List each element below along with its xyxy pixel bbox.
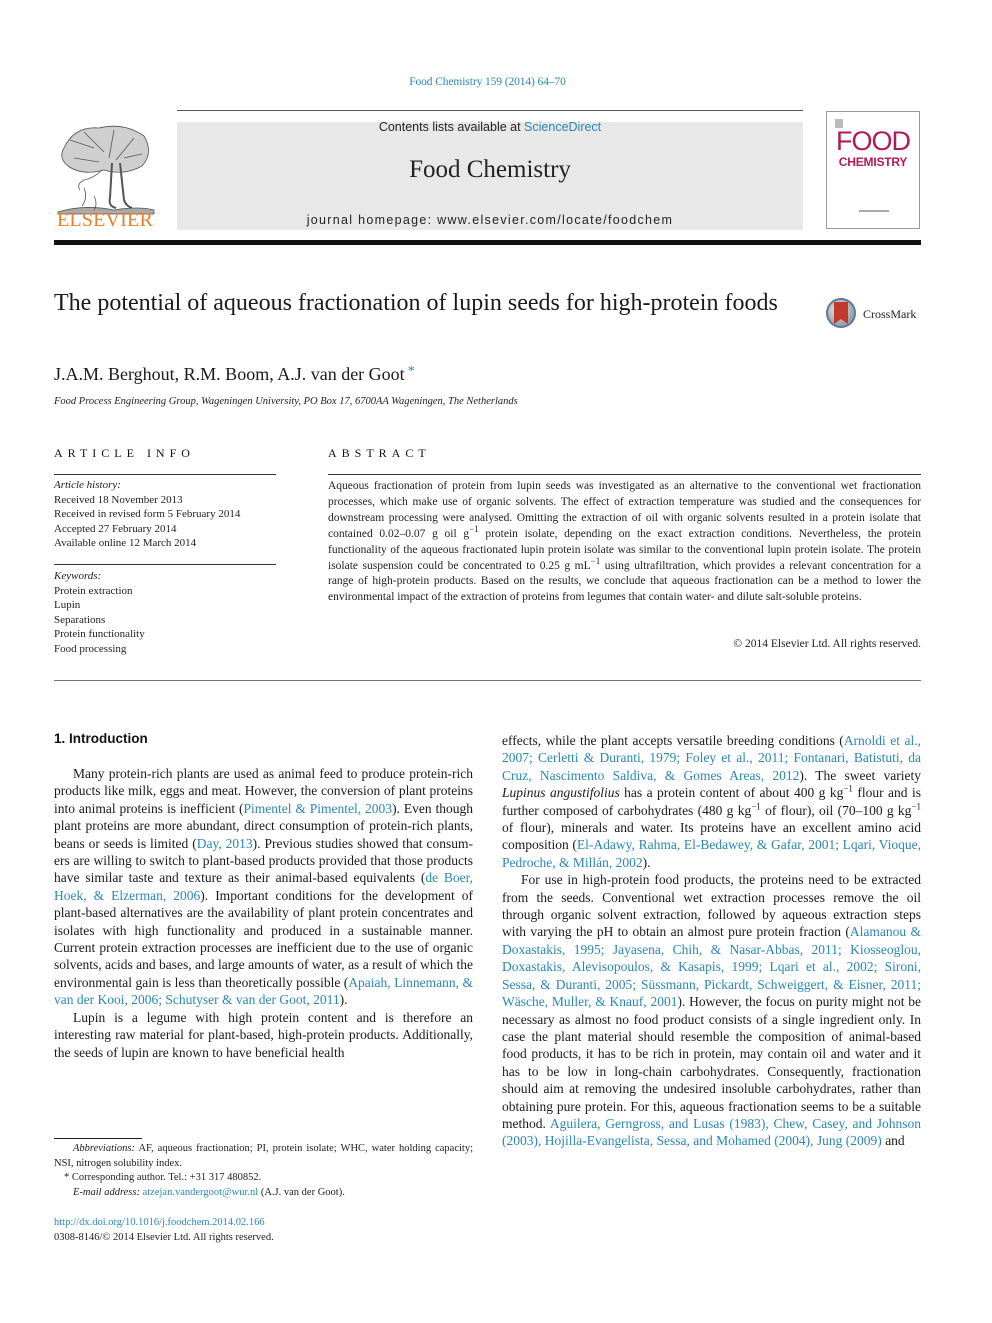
- article-history-label: Article history:: [54, 479, 121, 491]
- issn-copyright: 0308-8146/© 2014 Elsevier Ltd. All right…: [54, 1231, 274, 1243]
- footnote-corresponding: * Corresponding author. Tel.: +31 317 48…: [64, 1172, 262, 1183]
- email-suffix: (A.J. van der Goot).: [258, 1186, 345, 1198]
- text-run: has a protein content of about 400 g kg: [619, 785, 844, 801]
- article-title: The potential of aqueous fractionation o…: [54, 290, 778, 316]
- abstract-superscript: −1: [590, 555, 601, 566]
- keyword-item: Lupin: [54, 599, 81, 611]
- email-link[interactable]: atzejan.vandergoot@wur.nl: [143, 1187, 259, 1198]
- footnote-abbreviations: Abbreviations: AF, aqueous fractionation…: [54, 1142, 473, 1171]
- body-column-left: Many protein-rich plants are used as ani…: [54, 765, 473, 1061]
- keywords-rule: [54, 564, 276, 565]
- author-list: J.A.M. Berghout, R.M. Boom, A.J. van der…: [54, 364, 415, 385]
- superscript: −1: [843, 783, 853, 794]
- crossmark-label: CrossMark: [863, 307, 917, 321]
- article-info-heading: ARTICLE INFO: [54, 446, 195, 460]
- journal-cover-thumbnail[interactable]: FOOD CHEMISTRY: [826, 111, 920, 229]
- contents-availability-line: Contents lists available at ScienceDirec…: [177, 120, 803, 134]
- footnote-email: E-mail address: atzejan.vandergoot@wur.n…: [54, 1186, 473, 1201]
- journal-citation[interactable]: Food Chemistry 159 (2014) 64–70: [0, 76, 975, 88]
- journal-name: Food Chemistry: [409, 156, 571, 183]
- history-item: Accepted 27 February 2014: [54, 522, 177, 535]
- history-item: Received 18 November 2013: [54, 493, 183, 506]
- citation-link[interactable]: Pimentel & Pimentel, 2003: [243, 801, 392, 816]
- text-run: ). The sweet variety: [799, 767, 922, 783]
- doi-link[interactable]: http://dx.doi.org/10.1016/j.foodchem.201…: [54, 1216, 274, 1231]
- paragraph: Many protein-rich plants are used as ani…: [54, 765, 473, 1009]
- footnote-rule: [54, 1138, 142, 1139]
- text-run: ).: [642, 854, 651, 870]
- text-run: of flour), oil (70–100 g kg: [760, 802, 912, 818]
- keyword-item: Food processing: [54, 642, 127, 655]
- header-thick-rule: [54, 240, 921, 245]
- abstract-superscript: −1: [469, 523, 479, 534]
- doi-block: http://dx.doi.org/10.1016/j.foodchem.201…: [54, 1216, 274, 1245]
- abstract-copyright: © 2014 Elsevier Ltd. All rights reserved…: [733, 638, 921, 650]
- email-label: E-mail address:: [73, 1186, 140, 1198]
- cover-fine-print: [859, 210, 889, 212]
- header-top-rule: [177, 110, 803, 111]
- text-run: and: [881, 1133, 905, 1149]
- section-divider: [54, 680, 921, 681]
- cover-title-line2: CHEMISTRY: [838, 155, 908, 169]
- text-run: Lupin is a legume with high protein cont…: [54, 1009, 473, 1060]
- footnotes: Abbreviations: AF, aqueous fractionation…: [54, 1142, 473, 1200]
- article-info-rule: [54, 474, 276, 475]
- text-run: ). However, the focus on purity might no…: [502, 994, 921, 1131]
- text-run: effects, while the plant accepts versati…: [502, 733, 844, 748]
- keyword-item: Separations: [54, 613, 106, 626]
- article-history: Article history: Received 18 November 20…: [54, 478, 284, 551]
- history-item: Available online 12 March 2014: [54, 537, 197, 549]
- body-column-right: effects, while the plant accepts versati…: [502, 732, 921, 1150]
- paragraph: For use in high-protein food products, t…: [502, 871, 921, 1150]
- crossmark-badge[interactable]: CrossMark: [826, 298, 926, 334]
- abbreviations-label: Abbreviations:: [73, 1143, 136, 1154]
- keywords-label: Keywords:: [54, 570, 102, 582]
- cover-title-line1: FOOD: [836, 126, 911, 156]
- superscript: −1: [911, 801, 921, 812]
- abstract-rule: [328, 474, 921, 475]
- superscript: −1: [751, 801, 761, 812]
- citation-link[interactable]: Aguilera, Gerngross, and Lusas (1983), C…: [502, 1116, 921, 1148]
- contents-prefix: Contents lists available at: [378, 120, 525, 134]
- italic-term: Lupinus angustifolius: [502, 785, 620, 801]
- journal-homepage-link[interactable]: journal homepage: www.elsevier.com/locat…: [177, 213, 803, 227]
- authors-text: J.A.M. Berghout, R.M. Boom, A.J. van der…: [54, 364, 405, 384]
- section-heading-introduction: 1. Introduction: [54, 731, 148, 746]
- author-affiliation: Food Process Engineering Group, Wagening…: [54, 396, 518, 407]
- text-run: ).: [339, 992, 348, 1008]
- sciencedirect-link[interactable]: ScienceDirect: [524, 120, 601, 134]
- keyword-item: Protein extraction: [54, 584, 133, 597]
- elsevier-wordmark: ELSEVIER: [56, 209, 154, 231]
- paragraph: effects, while the plant accepts versati…: [502, 732, 921, 871]
- abstract-heading: ABSTRACT: [328, 446, 431, 460]
- keyword-item: Protein functionality: [54, 628, 145, 640]
- abstract-body: Aqueous fractionation of protein from lu…: [328, 479, 921, 606]
- history-item: Received in revised form 5 February 2014: [54, 508, 241, 520]
- paragraph: Lupin is a legume with high protein cont…: [54, 1009, 473, 1061]
- keywords-list: Keywords: Protein extraction Lupin Separ…: [54, 569, 284, 656]
- citation-link[interactable]: Day, 2013: [197, 836, 253, 851]
- corresponding-author-marker[interactable]: *: [408, 364, 415, 379]
